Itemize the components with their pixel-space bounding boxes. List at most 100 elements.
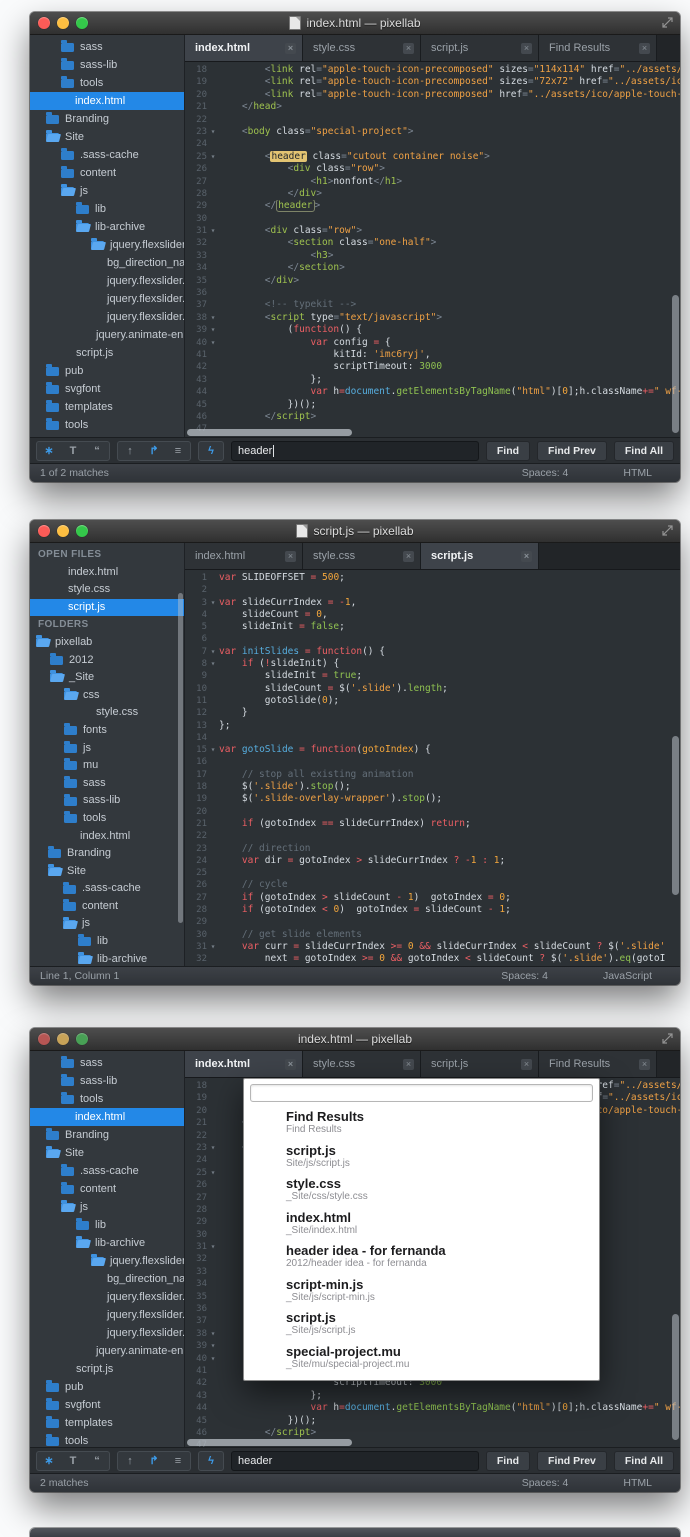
sidebar-item-site[interactable]: Site	[30, 863, 184, 881]
close-tab-icon[interactable]: ×	[521, 551, 532, 562]
find-all-button[interactable]: Find All	[614, 441, 674, 461]
close-tab-icon[interactable]: ×	[285, 551, 296, 562]
sidebar-item-jquery-flexslider-[interactable]: jquery.flexslider.	[30, 290, 184, 308]
find-input[interactable]: header	[231, 1451, 479, 1471]
case-icon[interactable]: T	[61, 1455, 85, 1467]
find-prev-button[interactable]: Find Prev	[537, 441, 607, 461]
find-input[interactable]: header	[231, 441, 479, 461]
sidebar-item-script-js[interactable]: script.js	[30, 599, 184, 617]
close-tab-icon[interactable]: ×	[521, 43, 532, 54]
tab-script-js[interactable]: script.js×	[421, 543, 539, 569]
tab-find-results[interactable]: Find Results×	[539, 1051, 657, 1077]
quick-open-input[interactable]	[250, 1084, 593, 1102]
sidebar-item-mu[interactable]: mu	[30, 757, 184, 775]
sidebar-item-sass-lib[interactable]: sass-lib	[30, 1072, 184, 1090]
sidebar-item-sass-lib[interactable]: sass-lib	[30, 56, 184, 74]
indentation-status[interactable]: Spaces: 4	[501, 970, 548, 982]
sidebar-item-lib-archive[interactable]: lib-archive	[30, 951, 184, 966]
highlight-icon[interactable]: ϟ	[199, 445, 223, 457]
quick-open-item[interactable]: script.jsSite/js/script.js	[286, 1143, 599, 1171]
sidebar-item-jquery-flexslider[interactable]: jquery.flexslider	[30, 236, 184, 254]
file-tree-sidebar[interactable]: sasssass-libtoolsindex.htmlBrandingSite.…	[30, 35, 185, 437]
sidebar-item-templates[interactable]: templates	[30, 1414, 184, 1432]
close-tab-icon[interactable]: ×	[285, 43, 296, 54]
sidebar-item-jquery-flexslider-[interactable]: jquery.flexslider.	[30, 272, 184, 290]
vertical-scrollbar[interactable]	[672, 736, 679, 894]
sidebar-item-index-html[interactable]: index.html	[30, 564, 184, 582]
tab-style-css[interactable]: style.css×	[303, 1051, 421, 1077]
sidebar-item-branding[interactable]: Branding	[30, 110, 184, 128]
close-tab-icon[interactable]: ×	[285, 1059, 296, 1070]
minimize-window-button[interactable]	[57, 17, 69, 29]
find-button[interactable]: Find	[486, 441, 530, 461]
sidebar-item-site[interactable]: Site	[30, 1144, 184, 1162]
tab-index-html[interactable]: index.html×	[185, 543, 303, 569]
close-window-button[interactable]	[38, 1033, 50, 1045]
sidebar-item-content[interactable]: content	[30, 164, 184, 182]
vertical-scrollbar[interactable]	[672, 295, 679, 434]
wrap-icon[interactable]: ↱	[142, 1454, 166, 1467]
up-arrow-icon[interactable]: ↑	[118, 1455, 142, 1467]
tab-find-results[interactable]: Find Results×	[539, 35, 657, 61]
sidebar-item-jquery-flexslider-[interactable]: jquery.flexslider.	[30, 1324, 184, 1342]
sidebar-item-script-js[interactable]: script.js	[30, 1360, 184, 1378]
close-tab-icon[interactable]: ×	[639, 43, 650, 54]
sidebar-item-pub[interactable]: pub	[30, 362, 184, 380]
sidebar-item--site[interactable]: _Site	[30, 669, 184, 687]
quick-open-item[interactable]: style.css_Site/css/style.css	[286, 1176, 599, 1204]
sidebar-item--sass-cache[interactable]: .sass-cache	[30, 146, 184, 164]
find-button[interactable]: Find	[486, 1451, 530, 1471]
sidebar-item-templates[interactable]: templates	[30, 398, 184, 416]
indentation-status[interactable]: Spaces: 4	[522, 1477, 569, 1489]
sidebar-item--sass-cache[interactable]: .sass-cache	[30, 880, 184, 898]
syntax-status[interactable]: JavaScript	[603, 970, 652, 982]
sidebar-item-site[interactable]: Site	[30, 128, 184, 146]
sidebar-item-index-html[interactable]: index.html	[30, 92, 184, 110]
close-tab-icon[interactable]: ×	[403, 43, 414, 54]
find-all-button[interactable]: Find All	[614, 1451, 674, 1471]
quick-open-item[interactable]: script.js_Site/js/script.js	[286, 1310, 599, 1338]
fullscreen-icon[interactable]	[662, 1033, 673, 1044]
case-icon[interactable]: T	[61, 445, 85, 457]
tab-script-js[interactable]: script.js×	[421, 35, 539, 61]
sidebar-item-jquery-flexslider-[interactable]: jquery.flexslider.	[30, 1288, 184, 1306]
sidebar-item-tools[interactable]: tools	[30, 416, 184, 434]
sidebar-item-lib-archive[interactable]: lib-archive	[30, 1234, 184, 1252]
close-window-button[interactable]	[38, 17, 50, 29]
file-tree-sidebar[interactable]: sasssass-libtoolsindex.htmlBrandingSite.…	[30, 1051, 185, 1447]
sidebar-item-jquery-flexslider-[interactable]: jquery.flexslider.	[30, 1306, 184, 1324]
close-tab-icon[interactable]: ×	[639, 1059, 650, 1070]
sidebar-scrollbar[interactable]	[178, 593, 183, 923]
tab-style-css[interactable]: style.css×	[303, 35, 421, 61]
sidebar-item-bg-direction-nav[interactable]: bg_direction_nav	[30, 254, 184, 272]
sidebar-item-sass[interactable]: sass	[30, 1054, 184, 1072]
sidebar-item-fonts[interactable]: fonts	[30, 722, 184, 740]
sidebar-item-css[interactable]: css	[30, 687, 184, 705]
sidebar-item-index-html[interactable]: index.html	[30, 1108, 184, 1126]
minimize-window-button[interactable]	[57, 1033, 69, 1045]
sidebar-item-jquery-flexslider-[interactable]: jquery.flexslider.	[30, 308, 184, 326]
sidebar-item-2012[interactable]: 2012	[30, 652, 184, 670]
sidebar-item-branding[interactable]: Branding	[30, 845, 184, 863]
menu-icon[interactable]: ≡	[166, 445, 190, 457]
sidebar-item-style-css[interactable]: style.css	[30, 581, 184, 599]
sidebar-item-content[interactable]: content	[30, 1180, 184, 1198]
tab-script-js[interactable]: script.js×	[421, 1051, 539, 1077]
sidebar-item-content[interactable]: content	[30, 898, 184, 916]
quick-open-item[interactable]: index.html_Site/index.html	[286, 1210, 599, 1238]
sidebar-item-jquery-animate-enh[interactable]: jquery.animate-enh	[30, 326, 184, 344]
sidebar-item-tools[interactable]: tools	[30, 1432, 184, 1447]
syntax-status[interactable]: HTML	[623, 467, 652, 479]
zoom-window-button[interactable]	[76, 1033, 88, 1045]
sidebar-item-jquery-flexslider[interactable]: jquery.flexslider	[30, 1252, 184, 1270]
minimize-window-button[interactable]	[57, 525, 69, 537]
titlebar[interactable]: index.html — pixellab	[30, 1028, 680, 1051]
sidebar-item-tools[interactable]: tools	[30, 1090, 184, 1108]
sidebar-item-lib[interactable]: lib	[30, 1216, 184, 1234]
quick-open-item[interactable]: script-min.js_Site/js/script-min.js	[286, 1277, 599, 1305]
sidebar-item-js[interactable]: js	[30, 915, 184, 933]
sidebar-item-index-html[interactable]: index.html	[30, 828, 184, 846]
sidebar-item-sass-lib[interactable]: sass-lib	[30, 792, 184, 810]
background-window-edge[interactable]	[30, 1528, 680, 1537]
titlebar[interactable]: script.js — pixellab	[30, 520, 680, 543]
